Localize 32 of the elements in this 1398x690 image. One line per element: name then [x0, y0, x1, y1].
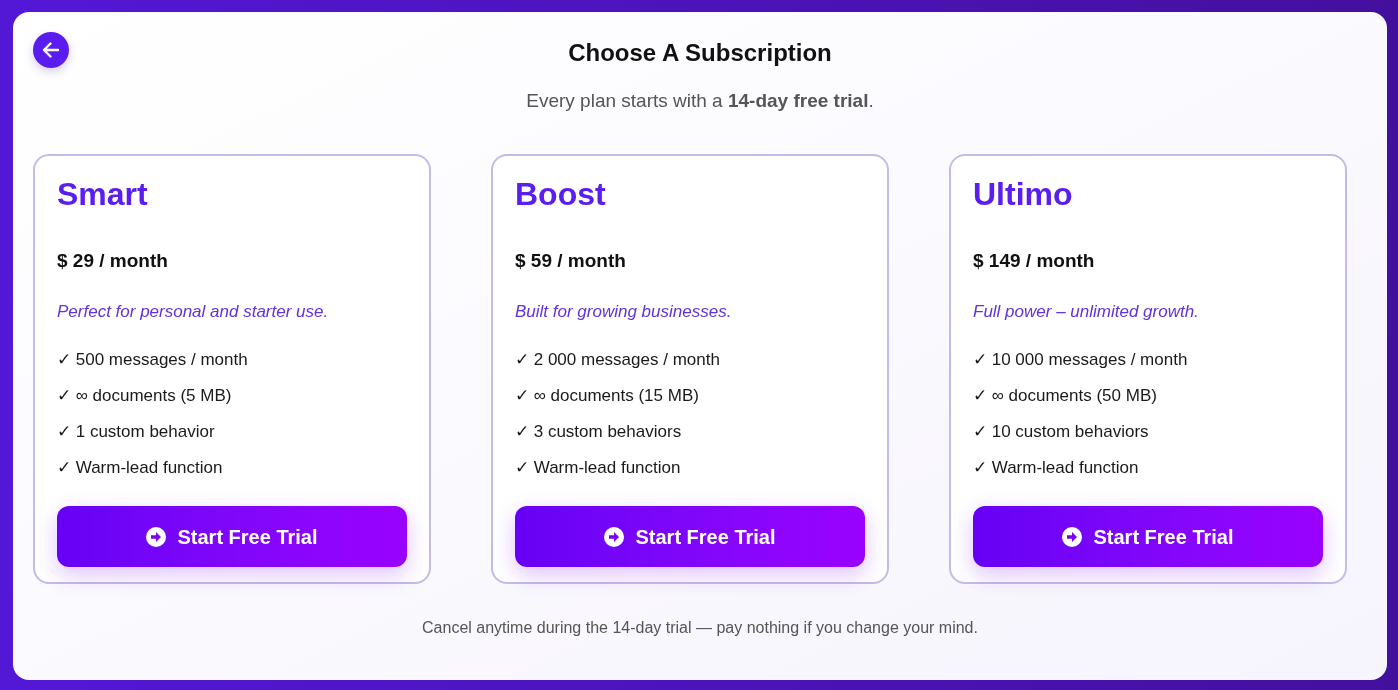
plan-tagline: Full power – unlimited growth. [973, 301, 1200, 323]
plan-name: Boost [515, 175, 607, 214]
plan-tagline: Perfect for personal and starter use. [57, 301, 330, 323]
plan-price: $ 59 / month [515, 249, 627, 273]
feature-item: ✓ ∞ documents (5 MB) [57, 385, 233, 407]
start-trial-button[interactable]: Start Free Trial [973, 506, 1323, 567]
page-title: Choose A Subscription [568, 38, 832, 68]
arrow-circle-icon [146, 526, 167, 547]
start-trial-button[interactable]: Start Free Trial [515, 506, 865, 567]
plan-price: $ 29 / month [57, 249, 169, 273]
arrow-circle-icon [604, 526, 625, 547]
page-subtitle: Every plan starts with a 14-day free trial. [526, 89, 875, 113]
feature-item: ✓ 10 000 messages / month [973, 349, 1189, 371]
feature-item: ✓ 500 messages / month [57, 349, 249, 371]
arrow-circle-icon [1062, 526, 1083, 547]
back-button[interactable] [33, 32, 69, 68]
feature-item: ✓ Warm-lead function [515, 457, 682, 479]
arrow-left-icon [42, 41, 60, 59]
feature-item: ✓ ∞ documents (15 MB) [515, 385, 700, 407]
feature-item: ✓ ∞ documents (50 MB) [973, 385, 1158, 407]
feature-item: ✓ 10 custom behaviors [973, 421, 1150, 443]
feature-item: ✓ 3 custom behaviors [515, 421, 683, 443]
feature-item: ✓ 1 custom behavior [57, 421, 216, 443]
plan-tagline: Built for growing businesses. [515, 301, 733, 323]
feature-item: ✓ Warm-lead function [973, 457, 1140, 479]
start-trial-button[interactable]: Start Free Trial [57, 506, 407, 567]
feature-item: ✓ Warm-lead function [57, 457, 224, 479]
plan-name: Smart [57, 175, 149, 214]
feature-item: ✓ 2 000 messages / month [515, 349, 721, 371]
cancel-note: Cancel anytime during the 14-day trial — pay nothing if you change your mind. [422, 618, 979, 638]
plan-name: Ultimo [973, 175, 1074, 214]
plan-price: $ 149 / month [973, 249, 1096, 273]
